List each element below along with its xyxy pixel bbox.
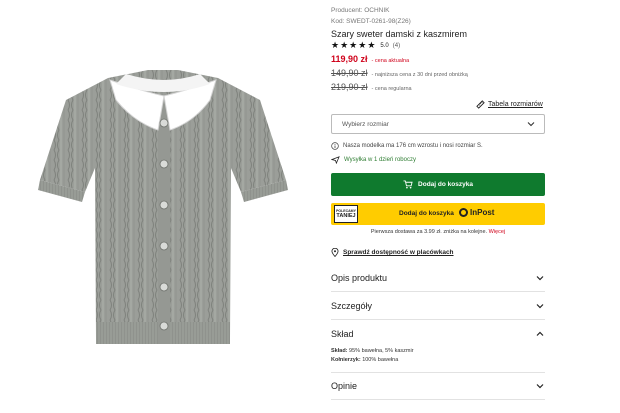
rating[interactable]: ★ ★ ★ ★ ★ 5.0 (4) [331, 41, 400, 50]
accordion-product-description[interactable]: Opis produktu [331, 264, 545, 292]
location-pin-icon [331, 248, 339, 257]
add-to-cart-label: Dodaj do koszyka [418, 181, 473, 188]
delivery-note-text: Pierwsza dostawa za 3.99 zł. zniżka na k… [370, 229, 488, 235]
chevron-down-icon [536, 303, 544, 308]
lowest-price: 149,90 zł [331, 68, 368, 78]
accordion-label: Opinie [331, 381, 358, 391]
star-icon: ★ [358, 40, 367, 50]
star-icon: ★ [367, 40, 376, 50]
shipping-info: Wysyłka w 1 dzień roboczy [331, 156, 416, 164]
inpost-badge-line2: TANIEJ [336, 212, 356, 219]
composition-collar-row: Kołnierzyk: 100% bawełna [331, 356, 414, 365]
size-chart-link[interactable]: Tabela rozmiarów [476, 100, 543, 109]
lowest-price-note: - najniższa cena z 30 dni przed obniżką [371, 72, 468, 78]
chevron-down-icon [527, 122, 535, 127]
accordion-label: Skład [331, 329, 354, 339]
chevron-down-icon [536, 275, 544, 280]
regular-price-note: - cena regularna [371, 86, 412, 92]
accordion-details[interactable]: Szczegóły [331, 292, 545, 320]
composition-content: Skład: 95% bawełna, 5% kaszmir Kołnierzy… [331, 347, 414, 365]
composition-material-label: Skład: [331, 348, 348, 354]
delivery-more-link[interactable]: Więcej [489, 229, 506, 235]
size-select[interactable]: Wybierz rozmiar [331, 114, 545, 134]
current-price-row: 119,90 zł - cena aktualna [331, 54, 409, 64]
size-select-placeholder: Wybierz rozmiar [342, 120, 389, 128]
rating-score: 5.0 [380, 42, 389, 49]
inpost-logo-icon [459, 208, 468, 217]
inpost-button-label: Dodaj do koszyka [399, 210, 454, 217]
star-icon: ★ [349, 40, 358, 50]
cart-icon [403, 180, 413, 189]
composition-material-row: Skład: 95% bawełna, 5% kaszmir [331, 347, 414, 356]
product-image [38, 70, 288, 344]
check-availability-link[interactable]: Sprawdź dostępność w placówkach [331, 248, 454, 257]
accordion-composition[interactable]: Skład [331, 320, 545, 348]
product-title: Szary sweter damski z kaszmirem [331, 29, 468, 39]
star-icon: ★ [340, 40, 349, 50]
add-to-cart-button[interactable]: Dodaj do koszyka [331, 173, 545, 196]
check-availability-label: Sprawdź dostępność w placówkach [343, 249, 454, 256]
star-icon: ★ [331, 40, 340, 50]
inpost-badge: POLECAMY TANIEJ [334, 205, 358, 223]
accordion-label: Szczegóły [331, 300, 373, 311]
regular-price-row: 219,90 zł - cena regularna [331, 82, 412, 92]
model-info: Nasza modelka ma 176 cm wzrostu i nosi r… [331, 142, 483, 150]
product-code-text: Kod: SWEDT-0261-98(Z26) [331, 18, 411, 25]
accordion-label: Opis produktu [331, 272, 388, 283]
composition-material-value: 95% bawełna, 5% kaszmir [349, 348, 414, 354]
accordion-reviews[interactable]: Opinie [331, 372, 545, 400]
regular-price: 219,90 zł [331, 82, 368, 92]
current-price: 119,90 zł [331, 54, 368, 64]
composition-collar-label: Kołnierzyk: [331, 357, 361, 363]
shipping-text: Wysyłka w 1 dzień roboczy [344, 157, 416, 163]
delivery-note: Pierwsza dostawa za 3.99 zł. zniżka na k… [331, 229, 545, 235]
chevron-down-icon [536, 384, 544, 389]
model-info-text: Nasza modelka ma 176 cm wzrostu i nosi r… [343, 143, 483, 149]
inpost-add-to-cart-button[interactable]: POLECAMY TANIEJ Dodaj do koszyka InPost [331, 203, 545, 225]
ruler-icon [476, 100, 485, 109]
inpost-logo: InPost [459, 208, 494, 217]
inpost-brand: InPost [470, 208, 495, 217]
send-icon [331, 156, 340, 164]
composition-collar-value: 100% bawełna [362, 357, 399, 363]
lowest-price-row: 149,90 zł - najniższa cena z 30 dni prze… [331, 68, 468, 78]
rating-count: (4) [392, 42, 401, 49]
producer-text: Producent: OCHNIK [331, 7, 390, 14]
info-icon [331, 142, 339, 150]
chevron-up-icon [536, 331, 544, 336]
current-price-note: - cena aktualna [371, 58, 410, 64]
size-chart-label: Tabela rozmiarów [488, 101, 543, 108]
